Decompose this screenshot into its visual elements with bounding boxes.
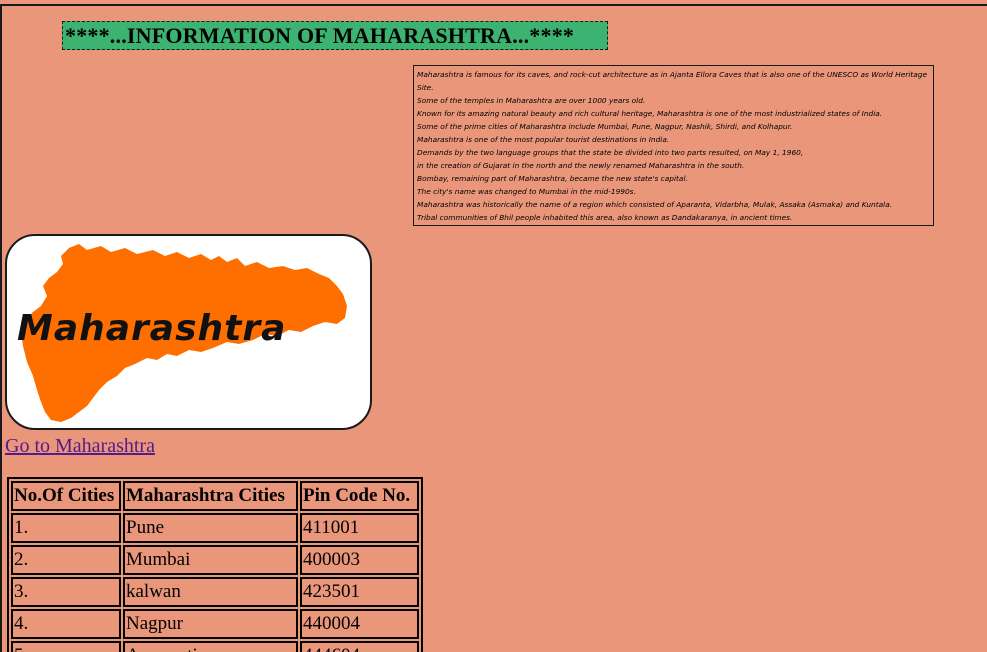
- info-line: Known for its amazing natural beauty and…: [417, 109, 883, 118]
- table-header-row: No.Of Cities Maharashtra Cities Pin Code…: [11, 481, 419, 511]
- cell-pincode: 411001: [300, 513, 419, 543]
- table-row: 5. Amravati 444604: [11, 641, 419, 652]
- cell-city: kalwan: [123, 577, 298, 607]
- page-title: ****...INFORMATION OF MAHARASHTRA...****: [62, 21, 608, 50]
- info-panel: Maharashtra is famous for its caves, and…: [413, 65, 934, 226]
- info-line: Tribal communities of Bhil people inhabi…: [417, 213, 793, 222]
- info-line: Bombay, remaining part of Maharashtra, b…: [417, 174, 688, 183]
- cell-city: Nagpur: [123, 609, 298, 639]
- cell-number: 1.: [11, 513, 121, 543]
- column-header-city: Maharashtra Cities: [123, 481, 298, 511]
- info-line: Maharashtra is one of the most popular t…: [417, 135, 670, 144]
- info-line: Some of the prime cities of Maharashtra …: [417, 122, 793, 131]
- cell-city: Mumbai: [123, 545, 298, 575]
- info-line: in the creation of Gujarat in the north …: [417, 161, 745, 170]
- table-row: 3. kalwan 423501: [11, 577, 419, 607]
- column-header-number: No.Of Cities: [11, 481, 121, 511]
- cell-pincode: 400003: [300, 545, 419, 575]
- cell-pincode: 444604: [300, 641, 419, 652]
- map-label: Maharashtra: [17, 308, 286, 349]
- info-line: Maharashtra was historically the name of…: [417, 200, 893, 209]
- cities-table: No.Of Cities Maharashtra Cities Pin Code…: [7, 477, 423, 652]
- column-header-pincode: Pin Code No.: [300, 481, 419, 511]
- cell-pincode: 423501: [300, 577, 419, 607]
- table-row: 4. Nagpur 440004: [11, 609, 419, 639]
- table-row: 2. Mumbai 400003: [11, 545, 419, 575]
- go-to-maharashtra-link[interactable]: Go to Maharashtra: [5, 435, 155, 458]
- cell-city: Pune: [123, 513, 298, 543]
- info-line: Maharashtra is famous for its caves, and…: [417, 70, 928, 92]
- maharashtra-map-image: Maharashtra: [5, 234, 372, 430]
- cell-number: 4.: [11, 609, 121, 639]
- info-line: Demands by the two language groups that …: [417, 148, 804, 157]
- cell-number: 3.: [11, 577, 121, 607]
- cell-city: Amravati: [123, 641, 298, 652]
- table-row: 1. Pune 411001: [11, 513, 419, 543]
- cell-pincode: 440004: [300, 609, 419, 639]
- info-line: Some of the temples in Maharashtra are o…: [417, 96, 646, 105]
- map-graphic: Maharashtra: [17, 244, 347, 422]
- info-line: The city's name was changed to Mumbai in…: [417, 187, 636, 196]
- cell-number: 2.: [11, 545, 121, 575]
- cell-number: 5.: [11, 641, 121, 652]
